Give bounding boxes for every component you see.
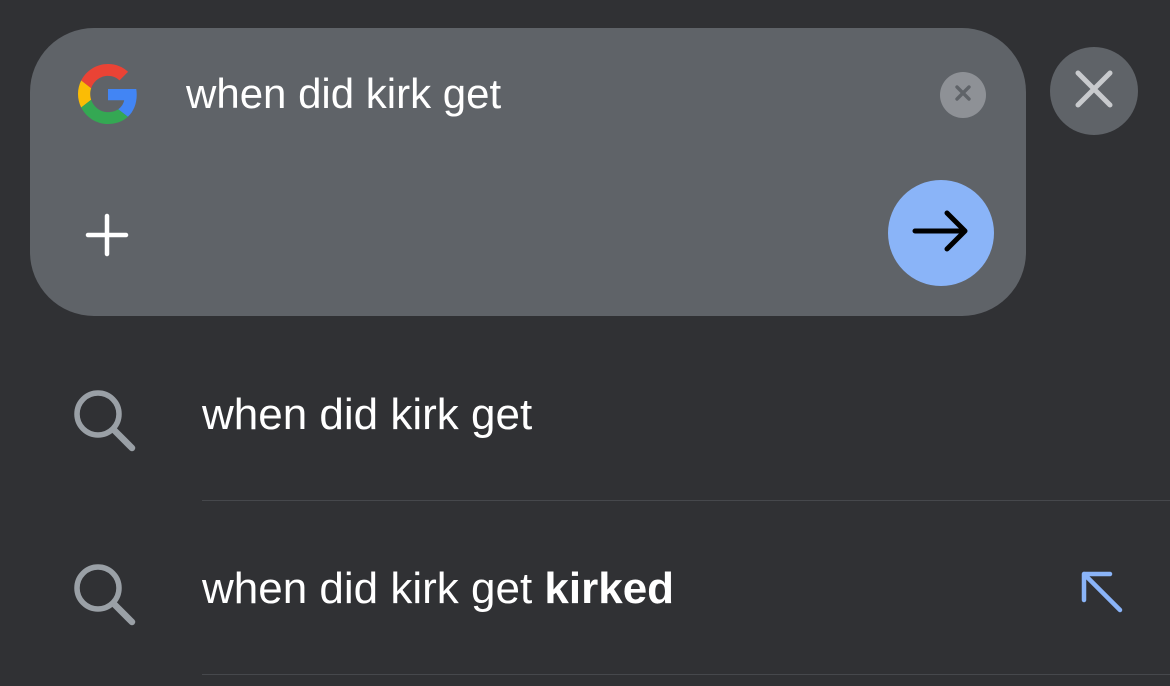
suggestion-query-part: when did kirk get [202, 390, 533, 439]
suggestion-query-part: when did kirk get [202, 564, 545, 613]
search-screen: when did kirk get when did kirk get kirk… [0, 0, 1170, 686]
suggestions-list: when did kirk get when did kirk get kirk… [0, 332, 1170, 678]
suggestion-completion: kirked [544, 564, 675, 613]
plus-icon [82, 210, 132, 265]
arrow-up-left-icon[interactable] [1074, 564, 1128, 618]
close-small-icon [952, 82, 974, 109]
suggestion-text: when did kirk get [202, 390, 532, 440]
search-icon [72, 388, 138, 454]
submit-search-button[interactable] [888, 180, 994, 286]
divider [202, 500, 1170, 501]
google-logo-icon [78, 64, 138, 124]
divider [202, 674, 1170, 675]
search-input[interactable] [186, 64, 906, 124]
suggestion-item[interactable]: when did kirk get [0, 332, 1170, 504]
close-button[interactable] [1050, 47, 1138, 135]
clear-query-button[interactable] [940, 72, 986, 118]
close-icon [1074, 69, 1114, 114]
suggestion-item[interactable]: when did kirk get kirked [0, 506, 1170, 678]
search-icon [72, 562, 138, 628]
search-card [30, 28, 1026, 316]
add-button[interactable] [80, 210, 134, 264]
suggestion-text: when did kirk get kirked [202, 564, 674, 614]
arrow-right-icon [911, 201, 971, 266]
